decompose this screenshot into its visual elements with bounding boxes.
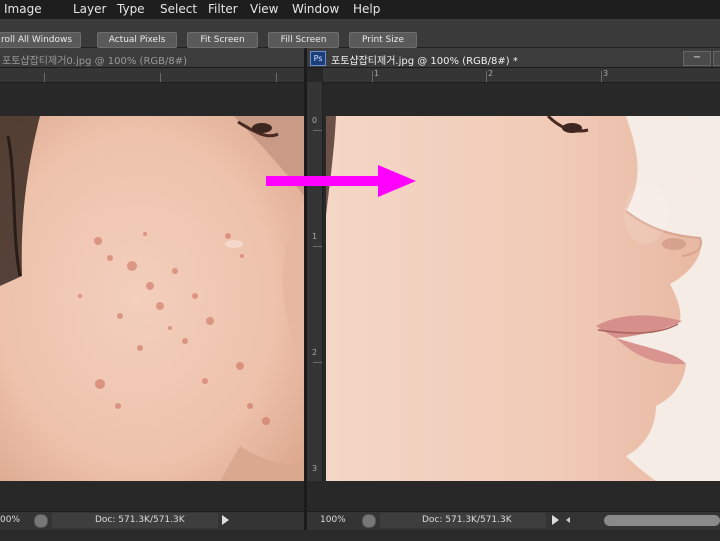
restore-button[interactable] — [713, 51, 720, 66]
right-vertical-ruler: 0 1 2 3 — [307, 82, 323, 481]
fill-screen-button[interactable]: Fill Screen — [268, 32, 339, 48]
menu-image[interactable]: Image — [4, 2, 42, 16]
scroll-all-windows-button[interactable]: roll All Windows — [0, 32, 81, 48]
print-size-button[interactable]: Print Size — [349, 32, 417, 48]
original-photo-with-blemishes — [0, 116, 304, 481]
menu-layer[interactable]: Layer — [73, 2, 106, 16]
actual-pixels-button[interactable]: Actual Pixels — [97, 32, 177, 48]
menu-window[interactable]: Window — [292, 2, 339, 16]
right-status-menu-icon[interactable] — [362, 514, 376, 528]
bottom-strip — [0, 530, 720, 541]
left-tab-title: 포토샵잡티제거0.jpg @ 100% (RGB/8#) — [2, 56, 188, 67]
menu-help[interactable]: Help — [353, 2, 380, 16]
options-bar: roll All Windows Actual Pixels Fit Scree… — [0, 19, 720, 48]
right-document-panel: Ps 포토샵잡티제거.jpg @ 100% (RGB/8#) * − 1 2 3… — [307, 48, 720, 541]
left-document-panel: 포토샵잡티제거0.jpg @ 100% (RGB/8#) 00% Doc: 57… — [0, 48, 304, 541]
menu-select[interactable]: Select — [160, 2, 197, 16]
right-tab-title: 포토샵잡티제거.jpg @ 100% (RGB/8#) * — [331, 56, 518, 67]
left-status-bar: 00% Doc: 571.3K/571.3K — [0, 511, 304, 530]
left-status-menu-icon[interactable] — [34, 514, 48, 528]
right-status-arrow-icon[interactable] — [552, 515, 559, 525]
right-document-tab[interactable]: Ps 포토샵잡티제거.jpg @ 100% (RGB/8#) * − — [307, 48, 720, 68]
left-document-tab[interactable]: 포토샵잡티제거0.jpg @ 100% (RGB/8#) — [0, 48, 304, 68]
scroll-left-arrow-icon[interactable] — [566, 517, 570, 523]
left-horizontal-ruler — [0, 68, 304, 83]
left-status-arrow-icon[interactable] — [222, 515, 229, 525]
fit-screen-button[interactable]: Fit Screen — [187, 32, 258, 48]
right-horizontal-ruler: 1 2 3 — [323, 68, 720, 83]
left-doc-info: Doc: 571.3K/571.3K — [95, 515, 185, 525]
menu-bar: Image Layer Type Select Filter View Wind… — [0, 0, 720, 19]
menu-filter[interactable]: Filter — [208, 2, 238, 16]
left-zoom-level[interactable]: 00% — [0, 515, 20, 525]
ps-badge-icon: Ps — [310, 51, 326, 66]
right-status-bar: 100% Doc: 571.3K/571.3K — [307, 511, 720, 530]
right-arrow-icon — [266, 165, 416, 197]
horizontal-scrollbar-thumb[interactable] — [604, 515, 720, 526]
menu-view[interactable]: View — [250, 2, 278, 16]
menu-type[interactable]: Type — [117, 2, 145, 16]
minimize-button[interactable]: − — [683, 51, 711, 66]
right-doc-info: Doc: 571.3K/571.3K — [422, 515, 512, 525]
right-zoom-level[interactable]: 100% — [320, 515, 346, 525]
